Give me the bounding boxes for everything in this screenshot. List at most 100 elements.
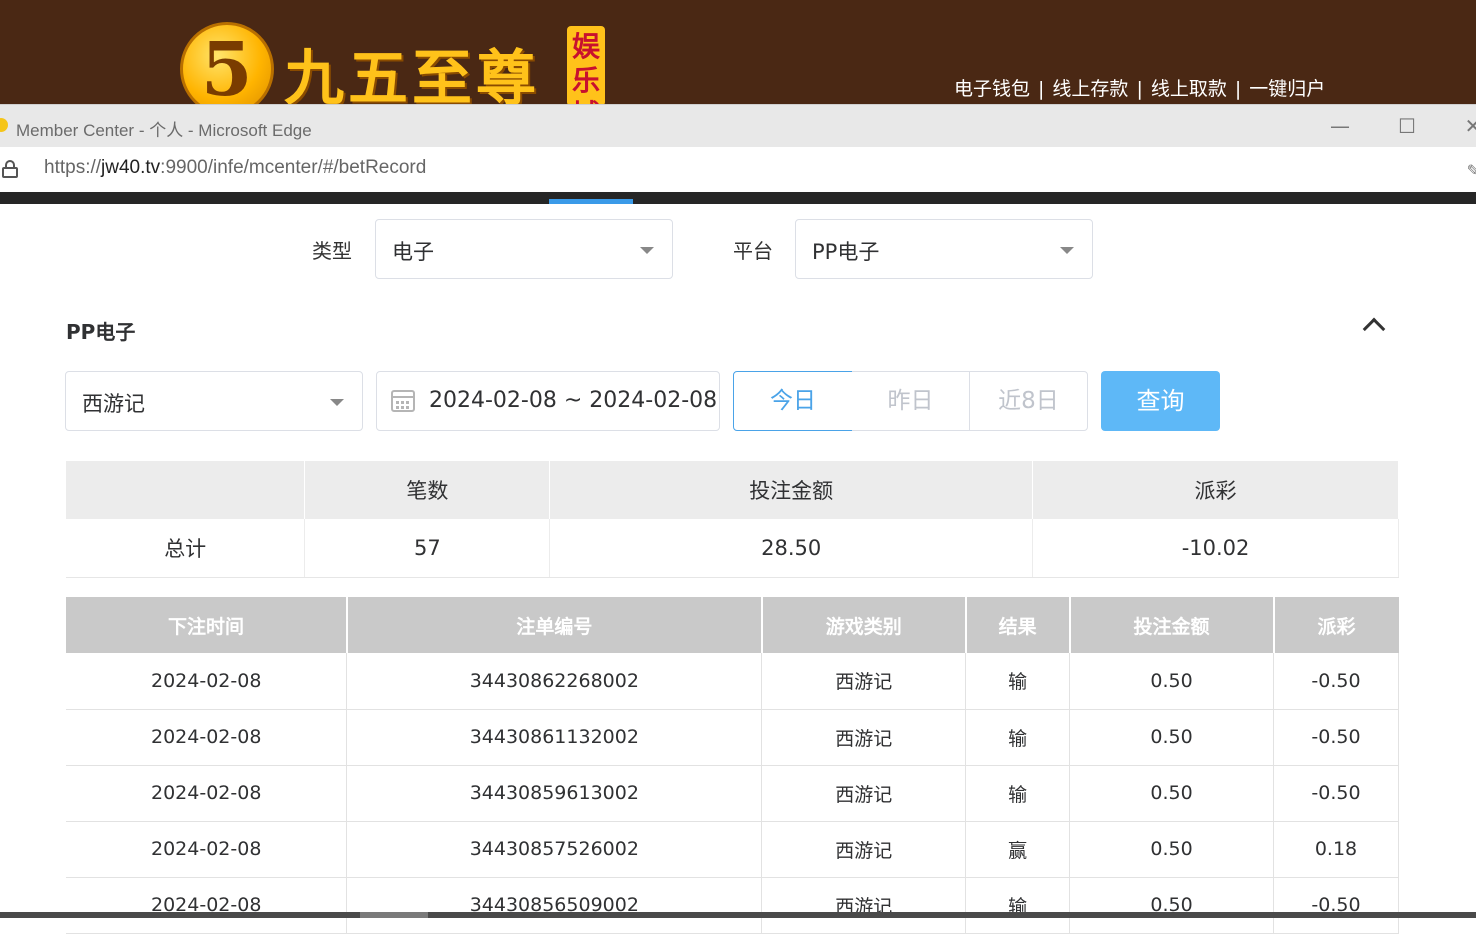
table-cell: 2024-02-08 bbox=[66, 821, 348, 878]
table-cell: -0.50 bbox=[1273, 877, 1399, 934]
link-online-withdraw[interactable]: 线上取款 bbox=[1151, 78, 1227, 100]
table-cell: 34430856509002 bbox=[346, 877, 763, 934]
link-e-wallet[interactable]: 电子钱包 bbox=[954, 78, 1030, 100]
table-cell: 西游记 bbox=[761, 877, 967, 934]
date-range-picker[interactable]: 2024-02-08 ~ 2024-02-08 bbox=[376, 371, 720, 431]
table-cell: 34430857526002 bbox=[346, 821, 763, 878]
type-select[interactable]: 电子 bbox=[375, 219, 673, 279]
horizontal-scrollbar[interactable] bbox=[0, 912, 1476, 918]
table-cell: 2024-02-08 bbox=[66, 653, 348, 710]
logo-emblem: 5 bbox=[180, 22, 274, 104]
table-row: 2024-02-08 34430859613002 西游记输 0.50 -0.50 bbox=[66, 765, 1399, 822]
date-range-value: 2024-02-08 ~ 2024-02-08 bbox=[429, 388, 718, 413]
url-host: jw40.tv bbox=[101, 157, 161, 178]
platform-select-value: PP电子 bbox=[812, 240, 880, 264]
table-cell: 西游记 bbox=[761, 709, 967, 766]
type-select-value: 电子 bbox=[392, 240, 434, 264]
edit-icon[interactable]: ✎ bbox=[1467, 161, 1476, 180]
active-tab-indicator bbox=[549, 199, 633, 204]
summary-header-cell: 投注金额 bbox=[549, 461, 1034, 519]
summary-cell: 28.50 bbox=[549, 519, 1034, 578]
table-cell: 西游记 bbox=[761, 653, 967, 710]
table-cell: -0.50 bbox=[1273, 653, 1399, 710]
calendar-icon bbox=[391, 390, 415, 412]
summary-table: 笔数 投注金额 派彩 总计 57 28.50 -10.02 bbox=[66, 461, 1399, 578]
table-cell: -0.50 bbox=[1273, 765, 1399, 822]
caret-down-icon bbox=[1060, 247, 1074, 254]
window-titlebar: Member Center - 个人 - Microsoft Edge — ☐ … bbox=[0, 104, 1476, 147]
game-select-value: 西游记 bbox=[82, 392, 145, 416]
nav-strip bbox=[0, 192, 1476, 204]
url-scheme: https:// bbox=[44, 157, 102, 178]
summary-cell: 57 bbox=[304, 519, 551, 578]
column-header[interactable]: 下注时间 bbox=[66, 597, 348, 653]
table-row: 2024-02-08 34430857526002 西游记赢 0.50 0.18 bbox=[66, 821, 1399, 878]
table-cell: 输 bbox=[965, 765, 1071, 822]
column-header[interactable]: 投注金额 bbox=[1069, 597, 1275, 653]
records-body: 2024-02-08 34430862268002 西游记输 0.50 -0.50 202… bbox=[66, 653, 1399, 934]
query-button[interactable]: 查询 bbox=[1101, 371, 1220, 431]
table-cell: 0.50 bbox=[1069, 877, 1275, 934]
caret-down-icon bbox=[330, 399, 344, 406]
table-cell: 输 bbox=[965, 877, 1071, 934]
table-cell: 34430862268002 bbox=[346, 653, 763, 710]
table-cell: 赢 bbox=[965, 821, 1071, 878]
table-row: 2024-02-08 34430856509002 西游记输 0.50 -0.50 bbox=[66, 877, 1399, 934]
quick-last8days-button[interactable]: 近8日 bbox=[969, 371, 1088, 431]
table-cell: 2024-02-08 bbox=[66, 765, 348, 822]
table-cell: 输 bbox=[965, 653, 1071, 710]
table-cell: 西游记 bbox=[761, 765, 967, 822]
quick-today-button[interactable]: 今日 bbox=[733, 371, 853, 431]
maximize-button[interactable]: ☐ bbox=[1392, 111, 1422, 141]
table-cell: -0.50 bbox=[1273, 709, 1399, 766]
minimize-button[interactable]: — bbox=[1325, 111, 1355, 141]
edge-icon bbox=[0, 118, 8, 132]
window-title: Member Center - 个人 - Microsoft Edge bbox=[16, 121, 312, 140]
summary-header-cell bbox=[66, 461, 306, 519]
table-cell: 0.50 bbox=[1069, 765, 1275, 822]
url-text[interactable]: https://jw40.tv:9900/infe/mcenter/#/betR… bbox=[44, 157, 426, 179]
summary-header-row: 笔数 投注金额 派彩 bbox=[66, 461, 1399, 519]
scrollbar-thumb[interactable] bbox=[360, 912, 428, 918]
records-header-row: 下注时间 注单编号 游戏类别 结果 投注金额 派彩 bbox=[66, 597, 1399, 653]
summary-total-row: 总计 57 28.50 -10.02 bbox=[66, 519, 1399, 578]
lock-icon[interactable] bbox=[2, 160, 18, 178]
address-bar[interactable]: https://jw40.tv:9900/infe/mcenter/#/betR… bbox=[0, 147, 1476, 192]
logo-tag: 娱乐城 bbox=[567, 26, 605, 104]
table-cell: 34430859613002 bbox=[346, 765, 763, 822]
logo-text: 九五至尊 bbox=[284, 44, 540, 104]
column-header[interactable]: 注单编号 bbox=[346, 597, 763, 653]
table-cell: 2024-02-08 bbox=[66, 709, 348, 766]
section-title: PP电子 bbox=[66, 320, 136, 344]
column-header[interactable]: 结果 bbox=[965, 597, 1071, 653]
quick-yesterday-button[interactable]: 昨日 bbox=[852, 371, 970, 431]
summary-cell: -10.02 bbox=[1032, 519, 1399, 578]
close-button[interactable]: ✕ bbox=[1458, 111, 1476, 141]
site-header: 5 九五至尊 娱乐城 电子钱包 | 线上存款 | 线上取款 | 一键归户 bbox=[0, 0, 1476, 104]
type-label: 类型 bbox=[312, 239, 352, 263]
summary-header-cell: 派彩 bbox=[1032, 461, 1399, 519]
chevron-up-icon[interactable] bbox=[1362, 316, 1386, 334]
table-cell: 0.50 bbox=[1069, 653, 1275, 710]
summary-cell: 总计 bbox=[66, 519, 306, 578]
column-header[interactable]: 派彩 bbox=[1273, 597, 1399, 653]
top-links: 电子钱包 | 线上存款 | 线上取款 | 一键归户 bbox=[954, 74, 1325, 101]
table-cell: 0.50 bbox=[1069, 821, 1275, 878]
column-header[interactable]: 游戏类别 bbox=[761, 597, 967, 653]
table-cell: 0.18 bbox=[1273, 821, 1399, 878]
table-row: 2024-02-08 34430862268002 西游记输 0.50 -0.50 bbox=[66, 653, 1399, 710]
caret-down-icon bbox=[640, 247, 654, 254]
logo-numeral: 5 bbox=[201, 27, 253, 104]
link-online-deposit[interactable]: 线上存款 bbox=[1052, 78, 1128, 100]
table-cell: 34430861132002 bbox=[346, 709, 763, 766]
link-one-click-return[interactable]: 一键归户 bbox=[1249, 78, 1325, 100]
game-select[interactable]: 西游记 bbox=[65, 371, 363, 431]
link-separator: | bbox=[1234, 78, 1242, 100]
platform-select[interactable]: PP电子 bbox=[795, 219, 1093, 279]
table-cell: 输 bbox=[965, 709, 1071, 766]
table-cell: 2024-02-08 bbox=[66, 877, 348, 934]
link-separator: | bbox=[1136, 78, 1143, 100]
summary-header-cell: 笔数 bbox=[304, 461, 551, 519]
table-cell: 西游记 bbox=[761, 821, 967, 878]
link-separator: | bbox=[1038, 78, 1045, 100]
